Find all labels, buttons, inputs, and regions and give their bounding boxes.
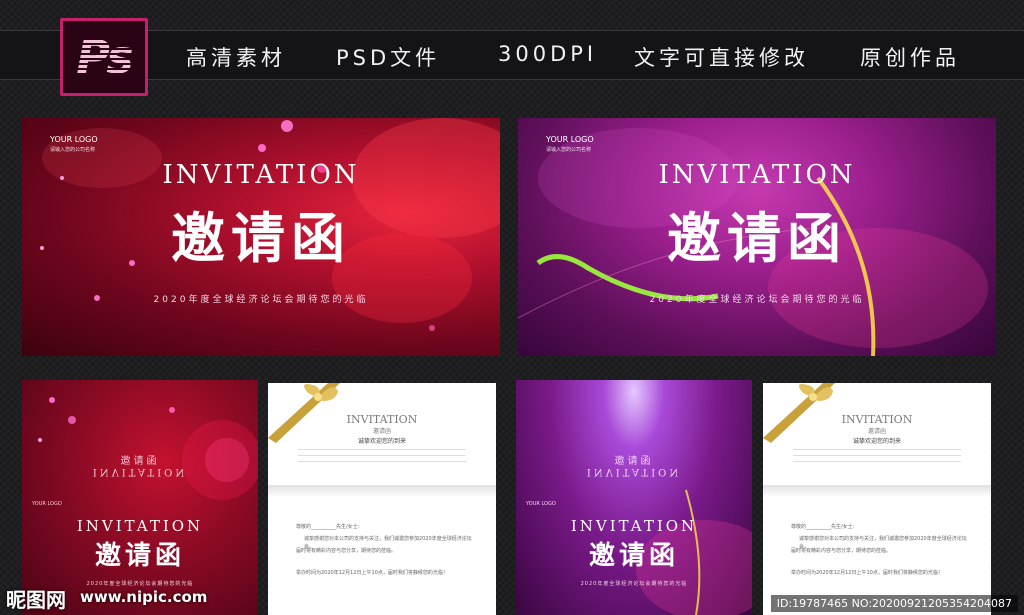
card-title-en: INVITATION	[658, 160, 856, 190]
inner-greeting: 尊敬的__________先生/女士：	[791, 524, 858, 530]
feature-hd-material: 高清素材	[186, 46, 286, 70]
feature-original: 原创作品	[860, 46, 960, 70]
card-logo: YOUR LOGO 请输入您的公司名称	[50, 135, 98, 155]
inner-page-card-left: INVITATION 邀请函 诚挚欢迎您的到来 尊敬的__________先生/…	[268, 383, 496, 615]
cover-title-cn: 邀请函	[94, 541, 185, 571]
inner-title-en: INVITATION	[346, 413, 418, 426]
photoshop-logo-icon: Ps	[60, 18, 148, 96]
text-line	[298, 449, 466, 450]
red-invitation-card: YOUR LOGO 请输入您的公司名称 INVITATION 邀请函 2020年…	[22, 118, 500, 356]
feature-300dpi: 300DPI	[498, 42, 598, 66]
cover-back-title-en: INVITATION	[586, 466, 682, 477]
purple-invitation-card: YOUR LOGO 请输入您的公司名称 INVITATION 邀请函 2020年…	[518, 118, 996, 356]
logo-subtext: 请输入您的公司名称	[50, 147, 96, 153]
inner-greeting: 尊敬的__________先生/女士：	[296, 524, 363, 530]
cover-title-en: INVITATION	[76, 517, 204, 535]
cover-back-title-cn: 邀请函	[614, 456, 654, 467]
inner-header-cn: 诚挚欢迎您的到来	[357, 438, 406, 445]
cover-back-title-cn: 邀请函	[120, 456, 160, 467]
inner-body-2: 届时将有精彩内容与您分享，期待您的莅临。	[791, 548, 892, 554]
cover-title-cn: 邀请函	[588, 541, 679, 571]
logo-text: YOUR LOGO	[546, 135, 594, 144]
card-title-en: INVITATION	[162, 160, 360, 190]
fold-shadow	[763, 485, 991, 497]
card-subtitle: 2020年度全球经济论坛会期待您的光临	[153, 295, 369, 305]
logo-subtext: 请输入您的公司名称	[546, 147, 592, 153]
inner-title-en: INVITATION	[841, 413, 913, 426]
text-line	[793, 449, 961, 450]
card-title-cn: 邀请函	[171, 206, 351, 270]
inner-time: 举办时间为2020年12月12日上午10点，届时我们将静候您的光临！	[296, 570, 448, 576]
card-logo: YOUR LOGO 请输入您的公司名称	[546, 135, 594, 155]
purple-folded-cover-card: YOUR LOGO 邀请函 INVITATION INVITATION 邀请函 …	[516, 380, 752, 615]
cover-title-en: INVITATION	[570, 517, 698, 535]
feature-psd-file: PSD文件	[336, 46, 441, 70]
text-line	[298, 461, 466, 462]
logo-text: YOUR LOGO	[50, 135, 98, 144]
cover-logo: YOUR LOGO	[32, 501, 62, 507]
inner-title-cn: 邀请函	[867, 428, 886, 435]
red-folded-cover-card: YOUR LOGO 邀请函 INVITATION INVITATION 邀请函 …	[22, 380, 258, 615]
inner-body-2: 届时将有精彩内容与您分享，期待您的莅临。	[296, 548, 397, 554]
cover-back-title-en: INVITATION	[92, 466, 188, 477]
feature-editable-text: 文字可直接修改	[634, 46, 809, 70]
inner-title-cn: 邀请函	[372, 428, 391, 435]
card-subtitle: 2020年度全球经济论坛会期待您的光临	[649, 295, 865, 305]
text-line	[793, 455, 961, 456]
fold-shadow	[268, 485, 496, 497]
ps-logo-text: Ps	[76, 30, 133, 84]
cover-logo: YOUR LOGO	[526, 501, 556, 507]
watermark-brand: 昵图网	[6, 588, 66, 612]
inner-time: 举办时间为2020年12月12日上午10点，届时我们将静候您的光临！	[791, 570, 943, 576]
text-line	[298, 455, 466, 456]
watermark-id: ID:19787465 NO:20200921205354204087	[770, 595, 1018, 612]
inner-page-card-right: INVITATION 邀请函 诚挚欢迎您的到来 尊敬的__________先生/…	[763, 383, 991, 615]
watermark-url: www.nipic.com	[80, 588, 208, 606]
text-line	[793, 461, 961, 462]
card-title-cn: 邀请函	[667, 206, 847, 270]
inner-header-cn: 诚挚欢迎您的到来	[852, 438, 901, 445]
cover-subtitle: 2020年度全球经济论坛会期待您的光临	[580, 581, 688, 587]
